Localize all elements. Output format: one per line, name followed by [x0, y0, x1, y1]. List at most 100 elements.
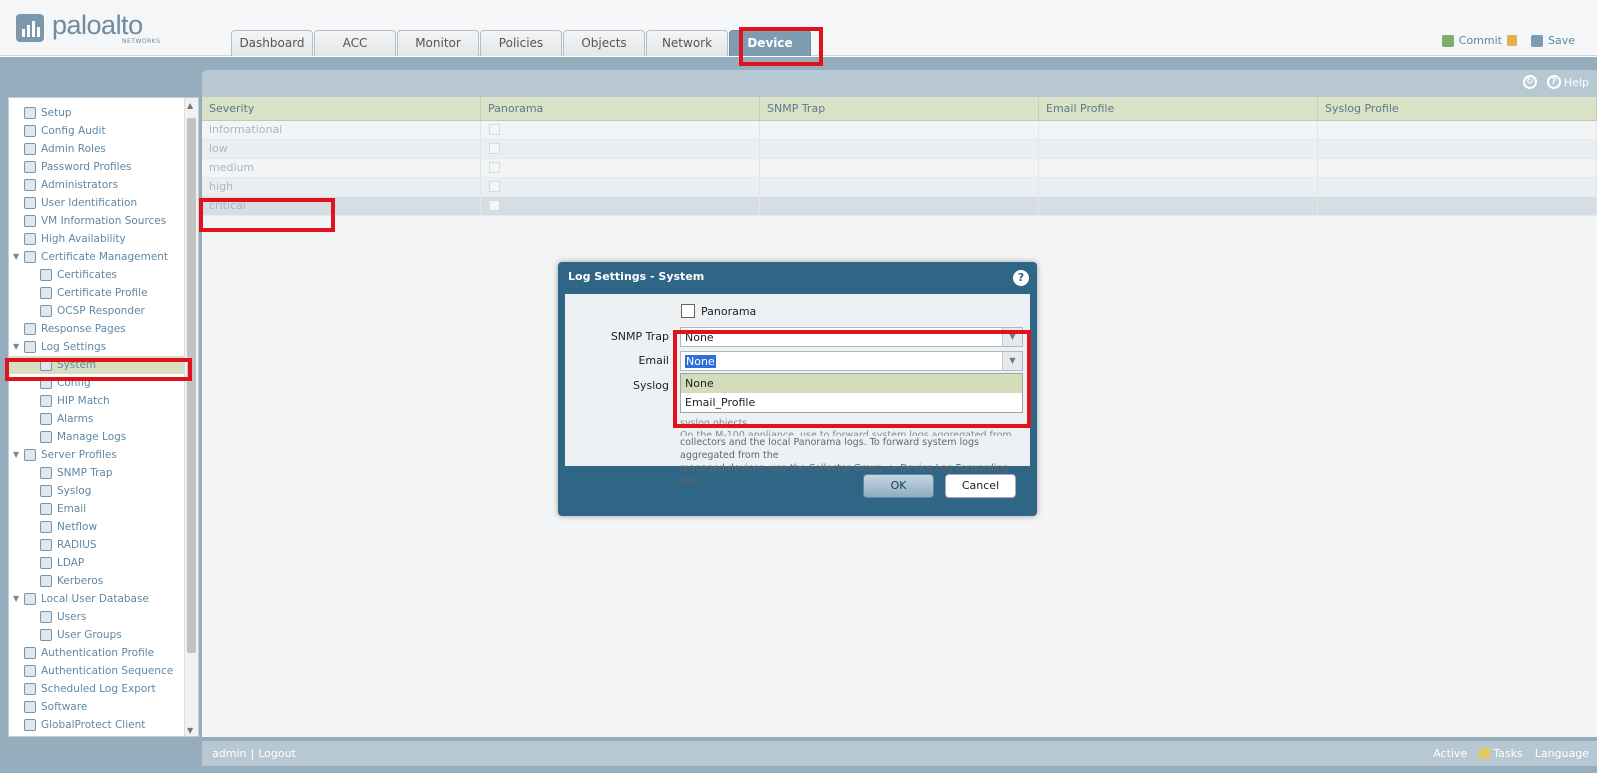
sidebar-item-certificates[interactable]: Certificates — [9, 266, 187, 284]
sidebar-item-user-identification[interactable]: User Identification — [9, 194, 187, 212]
sidebar-item-high-availability[interactable]: High Availability — [9, 230, 187, 248]
tab-acc[interactable]: ACC — [314, 30, 396, 56]
dialog-help-icon[interactable]: ? — [1013, 270, 1029, 286]
sidebar-item-label: HIP Match — [57, 395, 110, 407]
sidebar-item-software[interactable]: Software — [9, 698, 187, 716]
tab-device[interactable]: Device — [729, 30, 811, 56]
sidebar-item-label: Certificate Management — [41, 251, 169, 263]
sidebar-item-system[interactable]: System — [9, 356, 187, 374]
commit-button[interactable]: Commit — [1441, 34, 1517, 47]
sidebar-item-label: User Identification — [41, 197, 138, 209]
dropdown-option-email-profile[interactable]: Email_Profile — [681, 393, 1022, 412]
sidebar-item-server-profiles[interactable]: ▼ Server Profiles — [9, 446, 187, 464]
column-panorama[interactable]: Panorama — [481, 97, 760, 120]
dropdown-option-none[interactable]: None — [681, 374, 1022, 393]
language-link[interactable]: Language — [1535, 747, 1589, 760]
save-button[interactable]: Save — [1530, 34, 1575, 47]
sidebar-item-manage-logs[interactable]: Manage Logs — [9, 428, 187, 446]
tasks-button[interactable]: Tasks — [1479, 747, 1523, 760]
email-profile-cell — [1039, 140, 1318, 158]
table-row[interactable]: low — [202, 140, 1597, 159]
sidebar-item-users[interactable]: Users — [9, 608, 187, 626]
netflow-icon — [40, 521, 52, 533]
tab-policies[interactable]: Policies — [480, 30, 562, 56]
tab-dashboard[interactable]: Dashboard — [231, 30, 313, 56]
table-row[interactable]: informational — [202, 121, 1597, 140]
admin-roles-icon — [24, 143, 36, 155]
sidebar-item-response-pages[interactable]: Response Pages — [9, 320, 187, 338]
tab-network[interactable]: Network — [646, 30, 728, 56]
help-button[interactable]: ? Help — [1546, 75, 1589, 89]
sidebar-item-netflow[interactable]: Netflow — [9, 518, 187, 536]
tasks-icon — [1479, 748, 1491, 759]
table-row[interactable]: critical — [202, 197, 1597, 216]
sidebar-item-hip-match[interactable]: HIP Match — [9, 392, 187, 410]
column-severity[interactable]: Severity — [202, 97, 481, 120]
column-syslog-profile[interactable]: Syslog Profile — [1318, 97, 1597, 120]
panorama-cell — [481, 159, 760, 177]
sidebar-item-local-user-database[interactable]: ▼ Local User Database — [9, 590, 187, 608]
chevron-down-icon[interactable]: ▼ — [1002, 352, 1022, 370]
sidebar-item-config-audit[interactable]: Config Audit — [9, 122, 187, 140]
sidebar-item-syslog[interactable]: Syslog — [9, 482, 187, 500]
system-icon — [40, 359, 52, 371]
sidebar-item-user-groups[interactable]: User Groups — [9, 626, 187, 644]
sidebar-item-log-settings[interactable]: ▼ Log Settings — [9, 338, 187, 356]
sidebar-item-config[interactable]: Config — [9, 374, 187, 392]
logo-subtext: NETWORKS — [122, 38, 161, 45]
sidebar-item-label: Config Audit — [41, 125, 106, 137]
logout-link[interactable]: Logout — [258, 747, 296, 760]
tab-objects[interactable]: Objects — [563, 30, 645, 56]
sidebar-item-scheduled-log-export[interactable]: Scheduled Log Export — [9, 680, 187, 698]
sidebar-item-radius[interactable]: RADIUS — [9, 536, 187, 554]
sidebar-item-snmp-trap[interactable]: SNMP Trap — [9, 464, 187, 482]
sidebar-item-ocsp-responder[interactable]: OCSP Responder — [9, 302, 187, 320]
sidebar-item-globalprotect-client[interactable]: GlobalProtect Client — [9, 716, 187, 734]
panorama-cell — [481, 140, 760, 158]
sidebar-item-setup[interactable]: Setup — [9, 104, 187, 122]
snmp-trap-cell — [760, 159, 1039, 177]
panorama-row-checkbox — [489, 124, 500, 135]
logo-wordmark: paloalto — [52, 10, 143, 40]
snmp-trap-cell — [760, 140, 1039, 158]
scroll-down-icon[interactable]: ▼ — [187, 726, 193, 735]
sidebar-item-email[interactable]: Email — [9, 500, 187, 518]
sidebar-item-certificate-management[interactable]: ▼ Certificate Management — [9, 248, 187, 266]
chevron-down-icon[interactable]: ▼ — [1002, 328, 1022, 346]
snmp-trap-select[interactable]: None ▼ — [680, 327, 1023, 347]
sidebar-item-ldap[interactable]: LDAP — [9, 554, 187, 572]
ok-button[interactable]: OK — [863, 474, 934, 498]
main-tabs: Dashboard ACC Monitor Policies Objects N… — [231, 30, 812, 56]
refresh-icon[interactable]: ↻ — [1522, 75, 1537, 89]
software-icon — [24, 701, 36, 713]
sidebar-item-password-profiles[interactable]: Password Profiles — [9, 158, 187, 176]
column-email-profile[interactable]: Email Profile — [1039, 97, 1318, 120]
expand-arrow-icon[interactable]: ▼ — [13, 446, 19, 464]
table-row[interactable]: medium — [202, 159, 1597, 178]
dialog-body: Panorama SNMP Trap None ▼ Email None ▼ S… — [565, 294, 1030, 487]
expand-arrow-icon[interactable]: ▼ — [13, 338, 19, 356]
expand-arrow-icon[interactable]: ▼ — [13, 590, 19, 608]
panorama-checkbox[interactable] — [681, 304, 695, 318]
sidebar-item-certificate-profile[interactable]: Certificate Profile — [9, 284, 187, 302]
sidebar-scroll-thumb[interactable] — [187, 118, 196, 653]
sidebar-item-authentication-sequence[interactable]: Authentication Sequence — [9, 662, 187, 680]
email-select[interactable]: None ▼ — [680, 351, 1023, 371]
table-row[interactable]: high — [202, 178, 1597, 197]
sidebar-item-alarms[interactable]: Alarms — [9, 410, 187, 428]
expand-arrow-icon[interactable]: ▼ — [13, 248, 19, 266]
active-status: Active — [1433, 747, 1468, 760]
sidebar-item-kerberos[interactable]: Kerberos — [9, 572, 187, 590]
tab-monitor[interactable]: Monitor — [397, 30, 479, 56]
column-snmp-trap[interactable]: SNMP Trap — [760, 97, 1039, 120]
sidebar-item-vm-information-sources[interactable]: VM Information Sources — [9, 212, 187, 230]
sidebar-item-administrators[interactable]: Administrators — [9, 176, 187, 194]
sidebar-item-admin-roles[interactable]: Admin Roles — [9, 140, 187, 158]
sidebar-scrollbar[interactable]: ▲ ▼ — [184, 98, 198, 736]
cancel-button[interactable]: Cancel — [945, 474, 1016, 498]
radius-icon — [40, 539, 52, 551]
panorama-row-checkbox — [489, 162, 500, 173]
sidebar-item-authentication-profile[interactable]: Authentication Profile — [9, 644, 187, 662]
password-profiles-icon — [24, 161, 36, 173]
scroll-up-icon[interactable]: ▲ — [187, 101, 193, 110]
